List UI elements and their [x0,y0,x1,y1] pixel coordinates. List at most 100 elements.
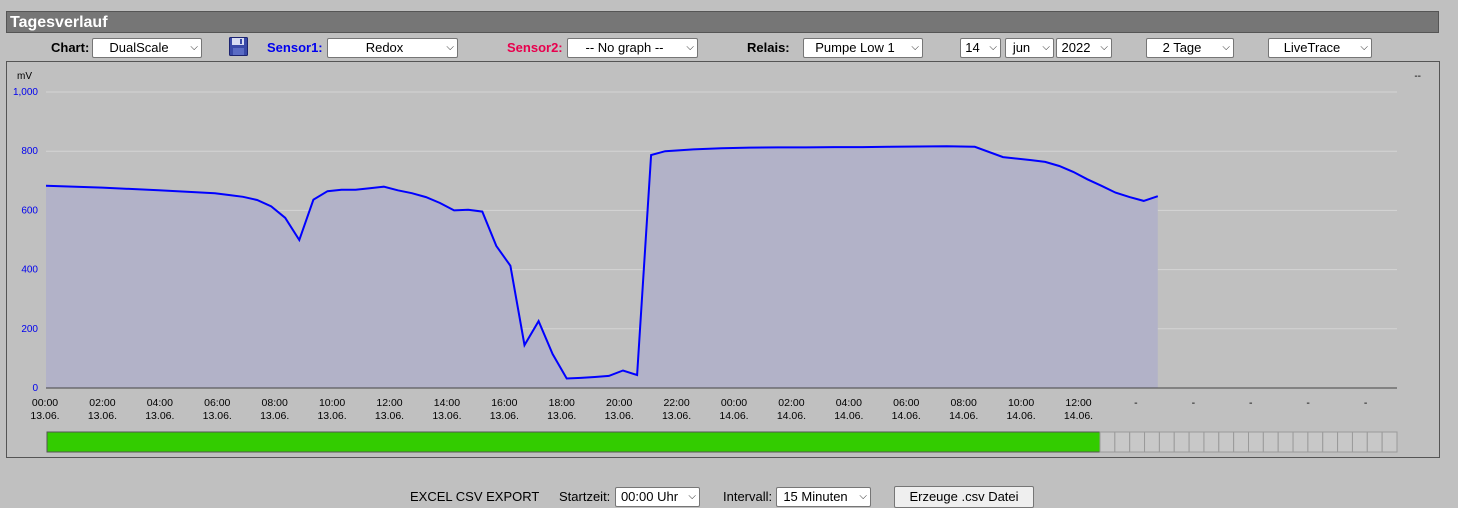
x-tick-label: 00:00 [721,397,747,409]
x-tick-label: 10:00 [319,397,345,409]
range-select[interactable]: 2 Tage ⌵ [1146,38,1234,58]
relay-empty-cell [1114,431,1131,453]
sensor1-value: Redox [365,40,404,55]
chevron-down-icon: ⌵ [686,42,694,53]
relay-empty-cell [1129,431,1146,453]
day-select[interactable]: 14 ⌵ [960,38,1001,58]
x-tick-date: 14.06. [1064,410,1093,422]
year-select[interactable]: 2022 ⌵ [1056,38,1112,58]
sensor2-select[interactable]: -- No graph -- ⌵ [567,38,698,58]
range-value: 2 Tage [1162,40,1202,55]
y-axis-unit-right: -- [1414,71,1421,82]
create-csv-button[interactable]: Erzeuge .csv Datei [894,486,1034,508]
x-tick-date: 13.06. [260,410,289,422]
save-icon[interactable] [229,37,248,56]
y-axis-unit-left: mV [17,71,32,82]
x-tick-label: 00:00 [32,397,58,409]
chevron-down-icon: ⌵ [1100,42,1108,53]
x-tick-date: 13.06. [30,410,59,422]
x-tick-date: 14.06. [892,410,921,422]
sensor2-value: -- No graph -- [585,40,664,55]
x-tick-date: 14.06. [1006,410,1035,422]
chart-type-value: DualScale [109,40,169,55]
x-tick-date: 13.06. [317,410,346,422]
relay-empty-cell [1262,431,1279,453]
sensor2-label: Sensor2: [507,40,563,55]
relais-value: Pumpe Low 1 [815,40,895,55]
chevron-down-icon: ⌵ [1042,42,1050,53]
chart-type-select[interactable]: DualScale ⌵ [92,38,202,58]
x-tick-label: 08:00 [951,397,977,409]
chevron-down-icon: ⌵ [688,491,696,502]
relay-empty-cell [1337,431,1353,453]
x-tick-label: - [1249,397,1253,409]
mode-value: LiveTrace [1283,40,1341,55]
relay-empty-cell [1248,431,1264,453]
day-value: 14 [965,40,980,55]
x-tick-label: 14:00 [434,397,460,409]
relay-on-segment [46,431,1101,453]
x-tick-date: 14.06. [777,410,806,422]
x-tick-label: - [1364,397,1368,409]
y-tick-label: 1,000 [13,87,38,98]
chart-type-label: Chart: [51,40,90,55]
chevron-down-icon: ⌵ [446,42,454,53]
relay-empty-cell [1292,431,1309,453]
x-tick-date: 13.06. [662,410,691,422]
chevron-down-icon: ⌵ [1360,42,1368,53]
relay-empty-cell [1366,431,1383,453]
sensor1-select[interactable]: Redox ⌵ [327,38,458,58]
start-select[interactable]: 00:00 Uhr ⌵ [615,487,700,507]
x-tick-date: 13.06. [432,410,461,422]
relais-select[interactable]: Pumpe Low 1 ⌵ [803,38,923,58]
x-tick-label: 08:00 [262,397,288,409]
chevron-down-icon: ⌵ [1222,42,1230,53]
x-tick-date: 13.06. [145,410,174,422]
relay-empty-cell [1099,431,1116,453]
x-tick-label: 06:00 [893,397,919,409]
x-tick-label: 04:00 [836,397,862,409]
relay-empty-cell [1158,431,1175,453]
x-tick-label: 10:00 [1008,397,1034,409]
x-tick-label: 16:00 [491,397,517,409]
y-tick-label: 600 [21,205,38,216]
interval-select[interactable]: 15 Minuten ⌵ [776,487,871,507]
x-tick-date: 14.06. [834,410,863,422]
x-tick-label: 22:00 [663,397,689,409]
chevron-down-icon: ⌵ [859,491,867,502]
y-tick-label: 400 [21,265,38,276]
y-tick-label: 200 [21,324,38,335]
x-tick-label: 02:00 [89,397,115,409]
x-tick-date: 13.06. [203,410,232,422]
x-tick-label: 12:00 [376,397,402,409]
relay-empty-cell [1233,431,1250,453]
relay-empty-cell [1144,431,1160,453]
year-value: 2022 [1061,40,1091,55]
relay-empty-cell [1188,431,1205,453]
relais-label: Relais: [747,40,790,55]
chart-svg: 02004006008001,000mV --00:0013.06.02:0013… [13,71,1421,453]
relay-empty-cell [1203,431,1220,453]
x-tick-date: 13.06. [375,410,404,422]
mode-select[interactable]: LiveTrace ⌵ [1268,38,1372,58]
relay-empty-cell [1307,431,1324,453]
y-tick-label: 0 [32,383,38,394]
series-area [46,146,1158,388]
x-tick-label: 18:00 [549,397,575,409]
x-tick-label: - [1192,397,1196,409]
x-tick-date: 13.06. [88,410,117,422]
chevron-down-icon: ⌵ [911,42,919,53]
x-tick-label: 06:00 [204,397,230,409]
relay-empty-cell [1218,431,1235,453]
relay-empty-cell [1277,431,1294,453]
x-tick-date: 13.06. [547,410,576,422]
y-tick-label: 800 [21,146,38,157]
month-value: jun [1012,40,1031,55]
x-tick-label: 04:00 [147,397,173,409]
x-tick-label: - [1306,397,1310,409]
month-select[interactable]: jun ⌵ [1005,38,1054,58]
chevron-down-icon: ⌵ [989,42,997,53]
relay-empty-cell [1381,431,1398,453]
relay-empty-cell [1322,431,1339,453]
x-tick-label: 20:00 [606,397,632,409]
